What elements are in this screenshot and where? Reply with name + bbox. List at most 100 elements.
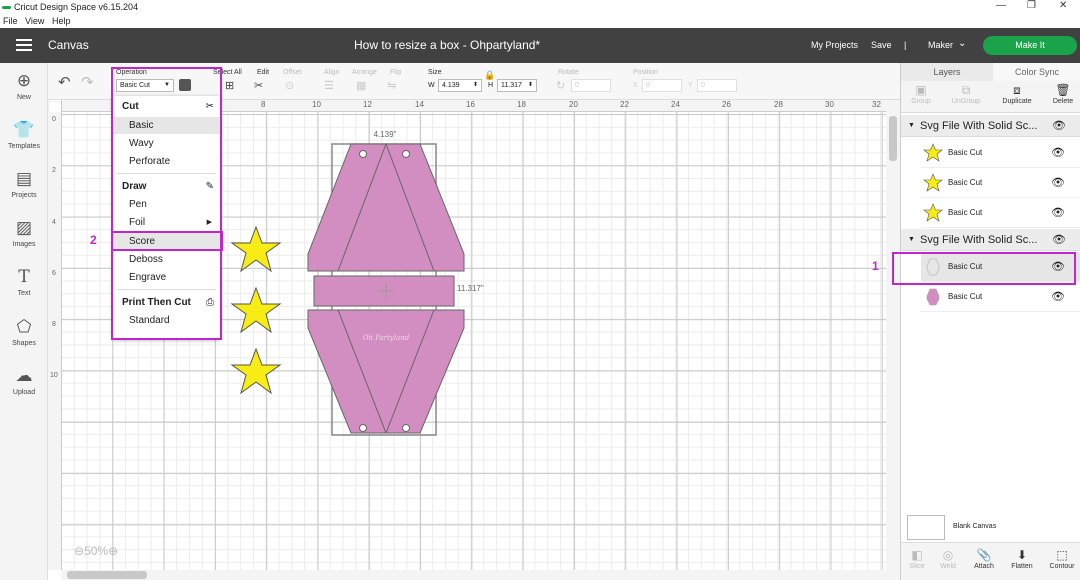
rotate-label: Rotate bbox=[558, 69, 579, 76]
weld-icon: ◎ bbox=[942, 548, 954, 562]
machine-select[interactable]: Maker bbox=[928, 40, 953, 50]
left-sidebar: ⊕ New 👕 Templates ▤ Projects ▨ Images T Text … bbox=[0, 63, 48, 580]
menu-help[interactable]: Help bbox=[52, 16, 71, 26]
duplicate-icon: ⧈ bbox=[1013, 83, 1021, 97]
text-icon: T bbox=[18, 267, 30, 287]
eye-icon[interactable]: 👁 bbox=[1052, 229, 1066, 251]
close-icon[interactable]: ✕ bbox=[1059, 0, 1067, 11]
ruler-tick-label: 18 bbox=[517, 100, 526, 109]
blank-canvas-swatch[interactable] bbox=[907, 515, 945, 540]
eye-icon[interactable]: 👁 bbox=[1051, 146, 1065, 159]
nav-templates[interactable]: 👕 Templates bbox=[0, 120, 48, 150]
box-thumbnail-icon bbox=[926, 288, 940, 306]
group-name: Svg File With Solid Sc... bbox=[920, 234, 1038, 246]
scroll-thumb[interactable] bbox=[889, 116, 897, 161]
layer-item[interactable]: Basic Cut 👁 bbox=[921, 282, 1080, 312]
plus-circle-icon: ⊕ bbox=[16, 71, 32, 90]
minimize-icon[interactable]: — bbox=[996, 0, 1006, 11]
my-projects-link[interactable]: My Projects bbox=[811, 40, 858, 50]
x-input[interactable]: 0 bbox=[642, 79, 682, 92]
menu-bar: File View Help bbox=[0, 15, 1080, 28]
nav-projects[interactable]: ▤ Projects bbox=[0, 169, 48, 199]
width-value: 4.139 bbox=[442, 82, 460, 89]
eye-icon[interactable]: 👁 bbox=[1051, 206, 1065, 219]
x-label: X bbox=[633, 82, 638, 89]
image-icon: ▨ bbox=[15, 218, 33, 237]
eye-icon[interactable]: 👁 bbox=[1051, 290, 1065, 303]
star-thumbnail-icon bbox=[923, 173, 943, 192]
nav-shapes[interactable]: ⬠ Shapes bbox=[0, 317, 48, 347]
stepper-icon: ⬍ bbox=[472, 82, 478, 88]
y-input[interactable]: 0 bbox=[697, 79, 737, 92]
ungroup-icon: ⧉ bbox=[961, 83, 971, 97]
layer-tools: ▣ Group ⧉ UnGroup ⧈ Duplicate 🗑 Delete bbox=[901, 81, 1080, 113]
ruler-tick-label: 8 bbox=[52, 321, 56, 328]
star-3 bbox=[230, 347, 282, 395]
duplicate-button[interactable]: ⧈ Duplicate bbox=[997, 83, 1037, 105]
layer-item[interactable]: Basic Cut 👁 bbox=[921, 138, 1080, 168]
rotate-icon[interactable]: ↻ bbox=[556, 79, 565, 92]
layer-group-2[interactable]: ▼ Svg File With Solid Sc... 👁 bbox=[901, 229, 1080, 251]
trash-icon: 🗑 bbox=[1055, 83, 1071, 97]
weld-button[interactable]: ◎ Weld bbox=[928, 548, 968, 570]
tab-color-sync[interactable]: Color Sync bbox=[993, 63, 1080, 81]
arrange-icon[interactable]: ▦ bbox=[356, 79, 366, 92]
eye-icon[interactable]: 👁 bbox=[1052, 115, 1066, 137]
group-button[interactable]: ▣ Group bbox=[901, 83, 941, 105]
chevron-down-icon[interactable]: ▼ bbox=[908, 229, 915, 251]
scissors-icon[interactable]: ✂ bbox=[254, 79, 263, 92]
nav-new[interactable]: ⊕ New bbox=[0, 71, 48, 101]
scroll-thumb[interactable] bbox=[67, 571, 147, 579]
vertical-scrollbar[interactable] bbox=[886, 100, 900, 580]
layer-item[interactable]: Basic Cut 👁 bbox=[921, 168, 1080, 198]
save-button[interactable]: Save bbox=[871, 40, 892, 50]
zoom-level: 50% bbox=[84, 544, 109, 558]
menu-file[interactable]: File bbox=[3, 16, 18, 26]
ungroup-button[interactable]: ⧉ UnGroup bbox=[946, 83, 986, 105]
rotate-input[interactable]: 0 bbox=[571, 79, 611, 92]
tab-layers[interactable]: Layers bbox=[901, 63, 993, 81]
flatten-button[interactable]: ⬇ Flatten bbox=[1002, 548, 1042, 570]
layer-name: Basic Cut bbox=[948, 208, 983, 217]
hamburger-menu-icon[interactable] bbox=[16, 39, 32, 51]
star-thumbnail-icon bbox=[923, 203, 943, 222]
height-value: 11.317 bbox=[501, 82, 522, 89]
nav-label: Shapes bbox=[12, 340, 36, 347]
contour-button[interactable]: ⬚ Contour bbox=[1042, 548, 1080, 570]
project-title[interactable]: How to resize a box - Ohpartyland* bbox=[354, 38, 540, 52]
width-input[interactable]: 4.139 ⬍ bbox=[438, 79, 482, 92]
window-title: Cricut Design Space v6.15.204 bbox=[14, 2, 139, 12]
make-it-button[interactable]: Make It bbox=[983, 36, 1077, 55]
offset-icon[interactable]: ⊙ bbox=[285, 79, 294, 92]
nav-upload[interactable]: ☁ Upload bbox=[0, 366, 48, 396]
shapes-icon: ⬠ bbox=[16, 317, 32, 336]
flip-icon[interactable]: ⇋ bbox=[387, 79, 396, 92]
layer-name: Basic Cut bbox=[948, 292, 983, 301]
attach-button[interactable]: 📎 Attach bbox=[964, 548, 1004, 570]
size-label: Size bbox=[428, 69, 442, 76]
layer-group-1[interactable]: ▼ Svg File With Solid Sc... 👁 bbox=[901, 115, 1080, 137]
menu-view[interactable]: View bbox=[25, 16, 44, 26]
ruler-tick-label: 12 bbox=[363, 100, 372, 109]
align-icon[interactable]: ☰ bbox=[324, 79, 334, 92]
redo-icon[interactable]: ↷ bbox=[81, 73, 94, 91]
delete-button[interactable]: 🗑 Delete bbox=[1043, 83, 1080, 105]
nav-images[interactable]: ▨ Images bbox=[0, 218, 48, 248]
layer-item[interactable]: Basic Cut 👁 bbox=[921, 198, 1080, 228]
height-dimension-label: 11.317" bbox=[457, 284, 484, 293]
ruler-tick-label: 32 bbox=[872, 100, 881, 109]
chevron-down-icon[interactable]: ▼ bbox=[908, 115, 915, 137]
undo-icon[interactable]: ↶ bbox=[58, 73, 71, 91]
nav-label: Upload bbox=[12, 389, 36, 396]
chevron-down-icon[interactable]: ⌄ bbox=[958, 38, 966, 49]
star-shapes[interactable] bbox=[230, 225, 282, 395]
horizontal-scrollbar[interactable] bbox=[62, 570, 886, 580]
maximize-icon[interactable]: ❐ bbox=[1027, 0, 1036, 11]
height-input[interactable]: 11.317 ⬍ bbox=[497, 79, 537, 92]
select-all-icon[interactable]: ⊞ bbox=[225, 79, 234, 92]
eye-icon[interactable]: 👁 bbox=[1051, 176, 1065, 189]
zoom-control[interactable]: ⊖50%⊕ bbox=[74, 544, 118, 558]
y-label: Y bbox=[688, 82, 693, 89]
lock-icon[interactable]: 🔒 bbox=[484, 70, 495, 81]
nav-text[interactable]: T Text bbox=[0, 267, 48, 297]
